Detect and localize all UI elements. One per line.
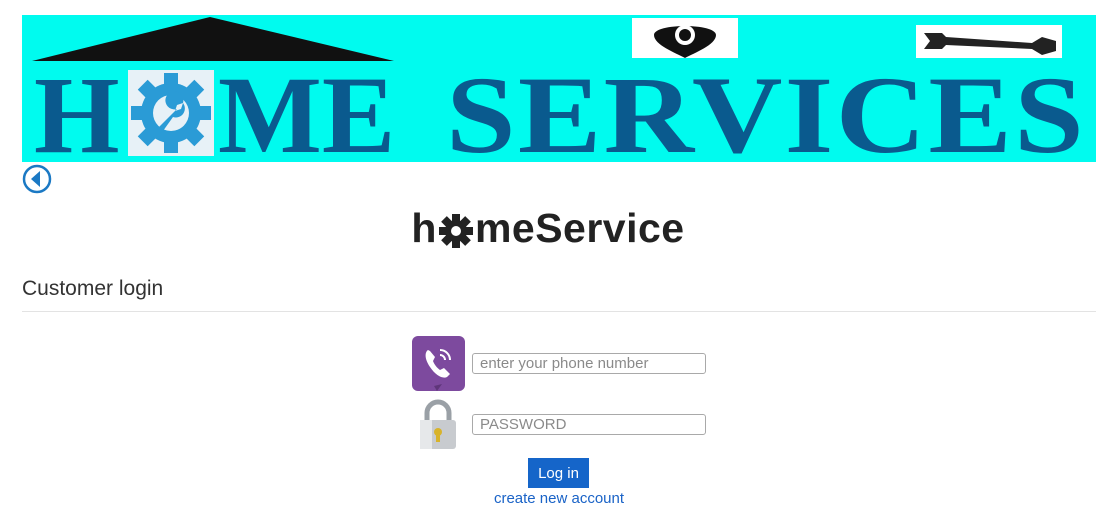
location-gear-pin-icon (632, 18, 738, 58)
log-in-button[interactable]: Log in (528, 458, 589, 488)
banner-word-services: SERVICES (446, 54, 1086, 162)
banner-letters-me: ME (218, 54, 395, 162)
create-new-account-link[interactable]: create new account (0, 490, 1096, 507)
circle-chevron-left-icon (22, 164, 52, 194)
divider (22, 311, 1096, 312)
password-input[interactable] (472, 414, 706, 435)
padlock-icon (413, 399, 463, 451)
home-services-banner: H ME SERVICES (22, 15, 1096, 162)
back-button[interactable] (22, 164, 52, 194)
banner-letter-h: H (34, 54, 120, 162)
phone-icon (412, 336, 465, 391)
gear-wrench-icon (128, 70, 214, 156)
site-title-part1: h (411, 205, 437, 251)
wrench-icon (916, 25, 1062, 58)
gear-icon (438, 212, 474, 248)
customer-login-heading: Customer login (22, 277, 164, 300)
phone-number-input[interactable] (472, 353, 706, 374)
banner-graphic: H ME SERVICES (32, 17, 1086, 162)
site-title-part2: meService (474, 205, 685, 251)
site-title: h meService (0, 205, 1096, 252)
